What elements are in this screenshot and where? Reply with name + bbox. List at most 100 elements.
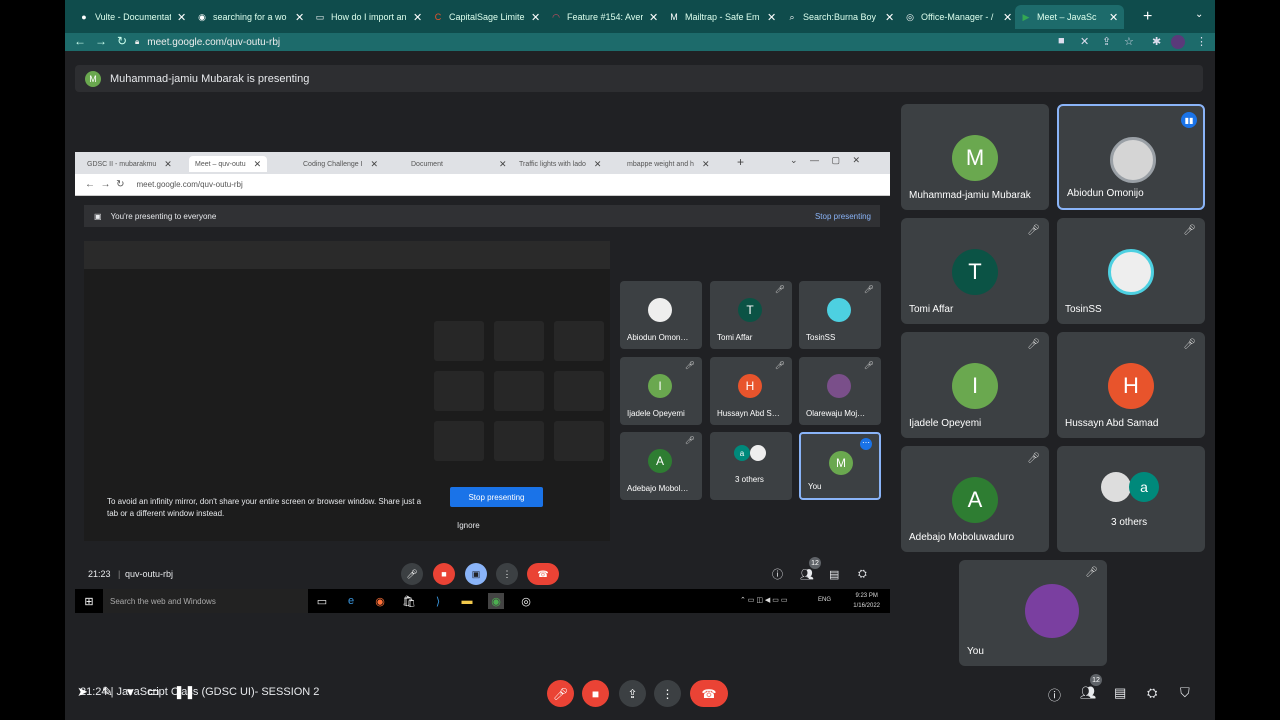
avatar: M — [85, 70, 101, 87]
eraser-icon[interactable]: ▭ — [147, 684, 159, 700]
windows-taskbar: ⊞ Search the web and Windows ▭ e ◉ 🛍︎ ⟩ … — [75, 589, 890, 613]
mic-off-icon: 🎤︎ — [1027, 339, 1040, 350]
info-icon[interactable]: ⓘ — [1048, 685, 1061, 704]
close-icon[interactable]: ✕ — [1003, 11, 1012, 24]
bookmark-star-icon[interactable]: ☆ — [1124, 35, 1134, 48]
shared-participant-tile: 🎤︎ A Adebajo Mobol… — [620, 432, 702, 500]
infinity-mirror-warning: To avoid an infinity mirror, don't share… — [107, 497, 422, 518]
meet-control-bar: 21:24 | JavaScript Class (GDSC UI)- SESS… — [65, 672, 1215, 712]
mic-off-icon: 🎤︎ — [1085, 567, 1098, 578]
mic-off-icon: 🎤︎ — [863, 285, 874, 294]
annotation-toolbar: ➤ ✎ ▾ ▭ ❚❚ — [77, 684, 195, 700]
shared-participant-tile: 🎤︎ T Tomi Affar — [710, 281, 792, 349]
host-controls-icon[interactable]: ⛉ — [1180, 685, 1190, 701]
shared-meet-view: ▣ You're presenting to everyone Stop pre… — [75, 196, 890, 617]
mic-icon: 🎤︎ — [401, 563, 423, 585]
mail-icon: M — [670, 12, 678, 22]
close-icon[interactable]: ✕ — [531, 11, 540, 24]
avatar — [827, 374, 851, 398]
mic-off-icon: 🎤︎ — [684, 436, 695, 445]
participant-tile[interactable]: 🎤︎ I Ijadele Opeyemi — [901, 332, 1049, 438]
notifications-off-icon[interactable]: ✕ — [1080, 35, 1089, 48]
participant-tile[interactable]: M Muhammad-jamiu Mubarak — [901, 104, 1049, 210]
participant-tile-others[interactable]: a3 others — [1057, 446, 1205, 552]
avatar — [1025, 584, 1079, 638]
hang-up-button[interactable]: ☎︎ — [690, 680, 728, 707]
shared-address-bar: ← → ↻ meet.google.com/quv-outu-rbj — [75, 174, 890, 196]
store-icon: 🛍︎ — [402, 595, 416, 608]
participant-tile[interactable]: 🎤︎ T Tomi Affar — [901, 218, 1049, 324]
camera-off-button[interactable]: ■ — [582, 680, 609, 707]
dot-icon: ● — [81, 12, 87, 22]
camera-icon[interactable]: ■ — [1058, 35, 1065, 47]
browser-tab[interactable]: ◉ searching for a wo ✕ — [191, 5, 310, 29]
hang-up-icon: ☎︎ — [527, 563, 559, 585]
screen-frame: ● Vulte - Documentat ✕ ◉ searching for a wo… — [65, 0, 1215, 720]
shared-tab: Traffic lights with lado ✕ — [519, 158, 602, 169]
share-icon[interactable]: ⇪ — [1102, 35, 1111, 48]
shared-tab: Document ✕ — [411, 158, 507, 169]
participant-tile[interactable]: 🎤︎ H Hussayn Abd Samad — [1057, 332, 1205, 438]
profile-avatar[interactable] — [1171, 35, 1185, 49]
avatar — [1101, 472, 1131, 502]
people-icon[interactable]: 👥︎ — [1080, 685, 1097, 701]
activities-icon[interactable]: ⛭ — [1147, 685, 1157, 701]
meet-icon: ▶ — [1022, 11, 1030, 22]
mic-off-icon: 🎤︎ — [684, 361, 695, 370]
browser-tab[interactable]: ◎ Office-Manager - / ✕ — [899, 5, 1018, 29]
close-icon[interactable]: ✕ — [649, 11, 658, 24]
close-icon[interactable]: ✕ — [885, 11, 894, 24]
close-icon[interactable]: ✕ — [1109, 11, 1118, 24]
close-icon[interactable]: ✕ — [767, 11, 776, 24]
kebab-menu-icon[interactable]: ⋮ — [1196, 35, 1207, 48]
present-button[interactable]: ⇪ — [619, 680, 646, 707]
pen-icon[interactable]: ✎ — [102, 684, 113, 700]
avatar — [1108, 249, 1154, 295]
browser-tab-active[interactable]: ▶ Meet – JavaSc ✕ — [1015, 5, 1125, 29]
participant-tile-you[interactable]: 🎤︎ You — [959, 560, 1107, 666]
chevron-down-icon[interactable]: ⌄ — [1195, 9, 1203, 20]
highlighter-icon[interactable]: ▾ — [127, 684, 134, 700]
participant-tile-speaking[interactable]: ▮▮ Abiodun Omonijo — [1057, 104, 1205, 210]
reload-icon[interactable]: ↻ — [117, 34, 127, 48]
participant-tile[interactable]: 🎤︎ TosinSS — [1057, 218, 1205, 324]
page-icon: ▭ — [315, 11, 325, 22]
close-icon[interactable]: ✕ — [295, 11, 304, 24]
close-icon[interactable]: ✕ — [413, 11, 422, 24]
forward-arrow-icon[interactable]: → — [95, 34, 107, 48]
pause-icon[interactable]: ❚❚ — [174, 684, 196, 700]
avatar — [750, 445, 766, 461]
pointer-icon[interactable]: ➤ — [77, 684, 88, 700]
mic-off-button[interactable]: 🎤︎ — [547, 680, 574, 707]
lock-icon: 🔒︎ — [135, 37, 140, 46]
browser-tab[interactable]: ▭ How do I import an ✕ — [309, 5, 428, 29]
browser-tab[interactable]: ● Vulte - Documentat ✕ — [73, 5, 192, 29]
task-view-icon: ▭ — [316, 595, 328, 608]
browser-tab[interactable]: M Mailtrap - Safe Em ✕ — [663, 5, 782, 29]
more-options-button[interactable]: ⋮ — [654, 680, 681, 707]
shared-presenting-banner: ▣ You're presenting to everyone Stop pre… — [84, 205, 880, 227]
back-arrow-icon[interactable]: ← — [74, 34, 86, 48]
browser-tab[interactable]: C CapitalSage Limite ✕ — [427, 5, 546, 29]
c-icon: C — [434, 12, 442, 22]
close-icon[interactable]: ✕ — [177, 11, 186, 24]
participant-tile[interactable]: 🎤︎ A Adebajo Moboluwaduro — [901, 446, 1049, 552]
firefox-icon: ◉ — [375, 595, 385, 608]
browser-tab[interactable]: ◠ Feature #154: Aver ✕ — [545, 5, 664, 29]
folder-icon: ▬ — [461, 595, 473, 607]
browser-tab[interactable]: ⌕ Search:Burna Boy ✕ — [781, 5, 900, 29]
address-bar[interactable]: 🔒︎ meet.google.com/quv-outu-rbj — [135, 34, 1035, 50]
vscode-icon: ⟩ — [435, 595, 441, 608]
arc-icon: ◠ — [552, 11, 560, 22]
chrome-icon: ◉ — [488, 593, 504, 609]
browser-tab-strip: ● Vulte - Documentat ✕ ◉ searching for a wo… — [65, 0, 1215, 33]
presenting-text: Muhammad-jamiu Mubarak is presenting — [110, 72, 310, 85]
speaking-indicator-icon: ▮▮ — [1181, 112, 1197, 128]
extensions-icon[interactable]: ✱ — [1152, 35, 1161, 48]
chat-icon[interactable]: ▤ — [1114, 685, 1126, 701]
browser-toolbar: ← → ↻ 🔒︎ meet.google.com/quv-outu-rbj ■ ✕… — [65, 33, 1215, 51]
chrome-icon: ◉ — [198, 11, 206, 22]
mic-off-icon: 🎤︎ — [863, 361, 874, 370]
new-tab-button[interactable]: + — [1143, 8, 1152, 26]
shared-tab: GDSC II - mubarakmu ✕ — [87, 158, 172, 169]
